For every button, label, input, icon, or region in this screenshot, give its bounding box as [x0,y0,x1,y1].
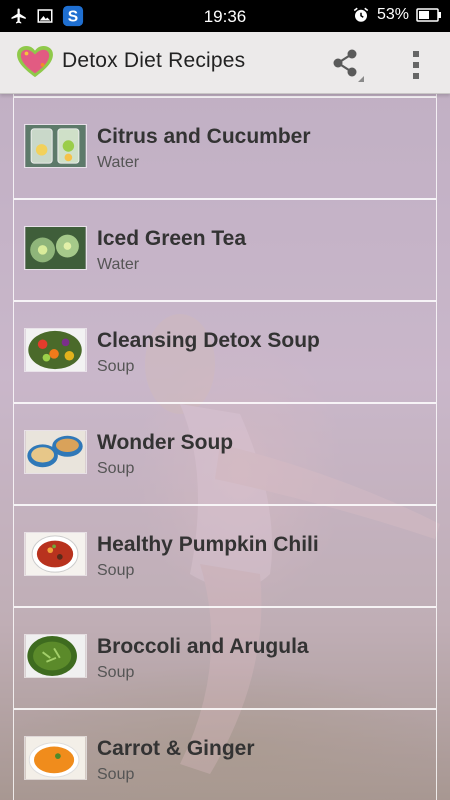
recipe-list-item[interactable]: Cleansing Detox Soup Soup [14,300,436,400]
recipe-title: Wonder Soup [97,431,234,454]
recipe-category: Soup [97,562,135,579]
recipe-list-item[interactable]: Broccoli and Arugula Soup [14,606,436,706]
thumbnail-broccoli-arugula-image [24,634,87,678]
recipe-list-item[interactable]: Iced Green Tea Water [14,198,436,298]
recipe-title: Broccoli and Arugula [97,635,309,658]
recipe-title: Iced Green Tea [97,227,247,250]
recipe-title: Cleansing Detox Soup [97,329,320,352]
overflow-menu-icon[interactable] [404,45,428,85]
recipe-category: Soup [97,664,135,681]
battery-percent: 53% [376,6,409,23]
recipe-list-item[interactable]: Citrus and Cucumber Water [14,96,436,196]
app-bar: Detox Diet Recipes [0,32,450,94]
recipe-category: Soup [97,358,135,375]
recipe-category: Water [97,154,140,171]
thumbnail-cleansing-detox-soup-image [24,328,87,372]
thumbnail-citrus-cucumber-image [24,124,87,168]
app-logo-heart-icon [17,45,53,78]
share-icon[interactable] [326,45,366,85]
recipe-list-item[interactable]: Wonder Soup Soup [14,402,436,502]
thumbnail-wonder-soup-image [24,430,87,474]
app-title: Detox Diet Recipes [62,49,246,72]
recipe-list-item[interactable]: Healthy Pumpkin Chili Soup [14,504,436,604]
recipe-category: Water [97,256,140,273]
thumbnail-pumpkin-chili-image [24,532,87,576]
alarm-icon [353,7,369,22]
recipe-list-screen: Citrus and Cucumber Water Iced Green Tea… [0,94,450,800]
recipe-list-item[interactable]: Carrot & Ginger Soup [14,708,436,800]
recipe-title: Healthy Pumpkin Chili [97,533,319,556]
recipe-title: Citrus and Cucumber [97,125,311,148]
status-right-icons: 53% [352,6,442,24]
recipe-list: Citrus and Cucumber Water Iced Green Tea… [13,94,437,800]
status-bar: S 19:36 53% [0,0,450,32]
thumbnail-carrot-ginger-image [24,736,87,780]
recipe-category: Soup [97,766,135,783]
battery-icon [416,8,441,22]
recipe-category: Soup [97,460,135,477]
recipe-title: Carrot & Ginger [97,737,255,760]
thumbnail-iced-green-tea-image [24,226,87,270]
